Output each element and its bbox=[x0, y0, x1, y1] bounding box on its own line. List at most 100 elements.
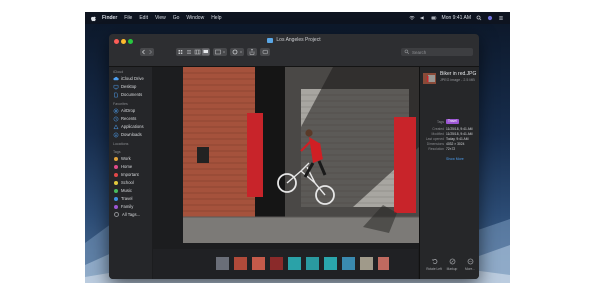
sidebar-tag-school[interactable]: School bbox=[113, 179, 134, 186]
back-forward-buttons[interactable] bbox=[140, 48, 154, 56]
volume-icon[interactable] bbox=[420, 15, 426, 21]
group-icon bbox=[215, 49, 226, 55]
preview-image[interactable] bbox=[183, 67, 419, 243]
action-label: Rotate Left bbox=[426, 267, 442, 271]
markup-icon bbox=[449, 258, 455, 265]
metadata-key: Created bbox=[432, 127, 444, 131]
action-label: Markup bbox=[446, 267, 458, 271]
menu-clock[interactable]: Mon 9:41 AM bbox=[442, 15, 471, 21]
action-label: More... bbox=[465, 267, 475, 271]
sidebar-section-locations: Locations bbox=[113, 142, 129, 146]
sidebar-item-icloud-drive[interactable]: iCloud Drive bbox=[113, 75, 144, 82]
menu-edit[interactable]: Edit bbox=[139, 15, 148, 21]
gallery-view bbox=[153, 67, 419, 279]
cloud-icon bbox=[113, 76, 119, 80]
share-button[interactable] bbox=[247, 48, 257, 56]
apple-menu-icon[interactable] bbox=[90, 15, 97, 22]
notification-center-icon[interactable] bbox=[498, 15, 504, 21]
sidebar-item-applications[interactable]: Applications bbox=[113, 123, 144, 130]
sidebar: iCloud iCloud Drive Desktop Documents Fa… bbox=[109, 67, 152, 279]
back-icon[interactable] bbox=[141, 49, 145, 55]
sidebar-item-label: Documents bbox=[121, 92, 143, 97]
download-icon bbox=[113, 132, 119, 137]
sidebar-item-airdrop[interactable]: AirDrop bbox=[113, 107, 135, 114]
list-view-icon[interactable] bbox=[187, 50, 191, 54]
sidebar-item-label: Desktop bbox=[121, 84, 137, 89]
tags-label: Tags bbox=[437, 120, 444, 124]
menu-file[interactable]: File bbox=[124, 15, 132, 21]
tag-color-dot bbox=[114, 172, 118, 177]
sidebar-item-label: Downloads bbox=[121, 132, 142, 137]
sidebar-item-label: Family bbox=[121, 204, 134, 209]
menu-bar: Finder File Edit View Go Window Help Mon… bbox=[85, 12, 510, 24]
column-view-icon[interactable] bbox=[194, 49, 201, 55]
document-icon bbox=[114, 92, 118, 97]
tag-color-dot bbox=[114, 156, 118, 161]
sidebar-item-recents[interactable]: Recents bbox=[113, 115, 136, 122]
action-menu-button[interactable] bbox=[230, 48, 244, 56]
spotlight-search-icon[interactable] bbox=[476, 15, 482, 21]
clock-icon bbox=[113, 116, 119, 121]
battery-icon[interactable] bbox=[430, 15, 437, 21]
rotate-left-icon bbox=[431, 259, 437, 264]
siri-icon[interactable] bbox=[487, 15, 493, 21]
sidebar-tag-family[interactable]: Family bbox=[113, 203, 133, 210]
sidebar-item-documents[interactable]: Documents bbox=[113, 91, 142, 98]
preview-thumbnail bbox=[423, 73, 436, 84]
sidebar-section-tags: Tags bbox=[113, 150, 121, 154]
sidebar-tag-all[interactable]: All Tags... bbox=[113, 211, 140, 218]
sidebar-tag-work[interactable]: Work bbox=[113, 155, 131, 162]
metadata-key: Resolution bbox=[428, 147, 444, 151]
menu-go[interactable]: Go bbox=[173, 15, 180, 21]
metadata-value: Today, 9:41 AM bbox=[446, 137, 469, 141]
tags-button[interactable] bbox=[260, 48, 270, 56]
markup-button[interactable]: Markup bbox=[443, 258, 461, 278]
more-button[interactable]: More... bbox=[461, 258, 479, 278]
sidebar-section-favorites: Favorites bbox=[113, 102, 128, 106]
show-more-link[interactable]: Show More bbox=[446, 157, 464, 161]
menu-window[interactable]: Window bbox=[186, 15, 204, 21]
view-mode-segments[interactable] bbox=[176, 48, 210, 56]
folder-icon bbox=[267, 37, 274, 43]
menu-view[interactable]: View bbox=[155, 15, 166, 21]
sidebar-item-label: Work bbox=[121, 156, 131, 161]
icon-view-icon[interactable] bbox=[178, 50, 183, 54]
desktop: Finder File Edit View Go Window Help Mon… bbox=[85, 12, 510, 283]
search-field[interactable]: Search bbox=[401, 48, 473, 56]
sidebar-item-label: Travel bbox=[121, 196, 133, 201]
gallery-view-icon[interactable] bbox=[203, 50, 209, 53]
sidebar-tag-travel[interactable]: Travel bbox=[113, 195, 132, 202]
rotate-left-button[interactable]: Rotate Left bbox=[425, 258, 443, 278]
forward-icon[interactable] bbox=[149, 49, 153, 55]
metadata-key: Dimensions bbox=[426, 142, 444, 146]
sidebar-item-label: AirDrop bbox=[121, 108, 136, 113]
filmstrip-thumbnails[interactable] bbox=[153, 249, 389, 279]
sidebar-tag-home[interactable]: Home bbox=[113, 163, 132, 170]
sidebar-item-desktop[interactable]: Desktop bbox=[113, 83, 136, 90]
sidebar-item-label: Music bbox=[121, 188, 132, 193]
filmstrip bbox=[153, 249, 418, 279]
share-icon bbox=[249, 48, 255, 55]
window-titlebar: Los Angeles Project Search bbox=[109, 34, 479, 67]
more-icon bbox=[467, 258, 473, 265]
wifi-icon[interactable] bbox=[408, 15, 415, 21]
window-title-text: Los Angeles Project bbox=[276, 37, 321, 43]
tag-chip-travel[interactable]: Travel bbox=[446, 119, 459, 124]
search-placeholder: Search bbox=[412, 49, 427, 55]
tag-color-dot bbox=[114, 188, 118, 193]
tag-color-dot bbox=[114, 164, 118, 169]
metadata-value: 4032 × 3024 bbox=[446, 142, 465, 146]
sidebar-item-label: Applications bbox=[121, 124, 144, 129]
sidebar-tag-music[interactable]: Music bbox=[113, 187, 132, 194]
tag-color-dot bbox=[114, 196, 118, 201]
sidebar-tag-important[interactable]: Important bbox=[113, 171, 139, 178]
sidebar-item-label: iCloud Drive bbox=[121, 76, 144, 81]
menu-help[interactable]: Help bbox=[211, 15, 221, 21]
search-icon bbox=[404, 49, 410, 55]
tag-color-dot bbox=[114, 180, 118, 185]
sidebar-item-downloads[interactable]: Downloads bbox=[113, 131, 142, 138]
tag-color-dot bbox=[114, 212, 119, 217]
menu-app-name[interactable]: Finder bbox=[102, 15, 117, 21]
group-button[interactable] bbox=[213, 48, 227, 56]
metadata-key: Modified bbox=[431, 132, 444, 136]
